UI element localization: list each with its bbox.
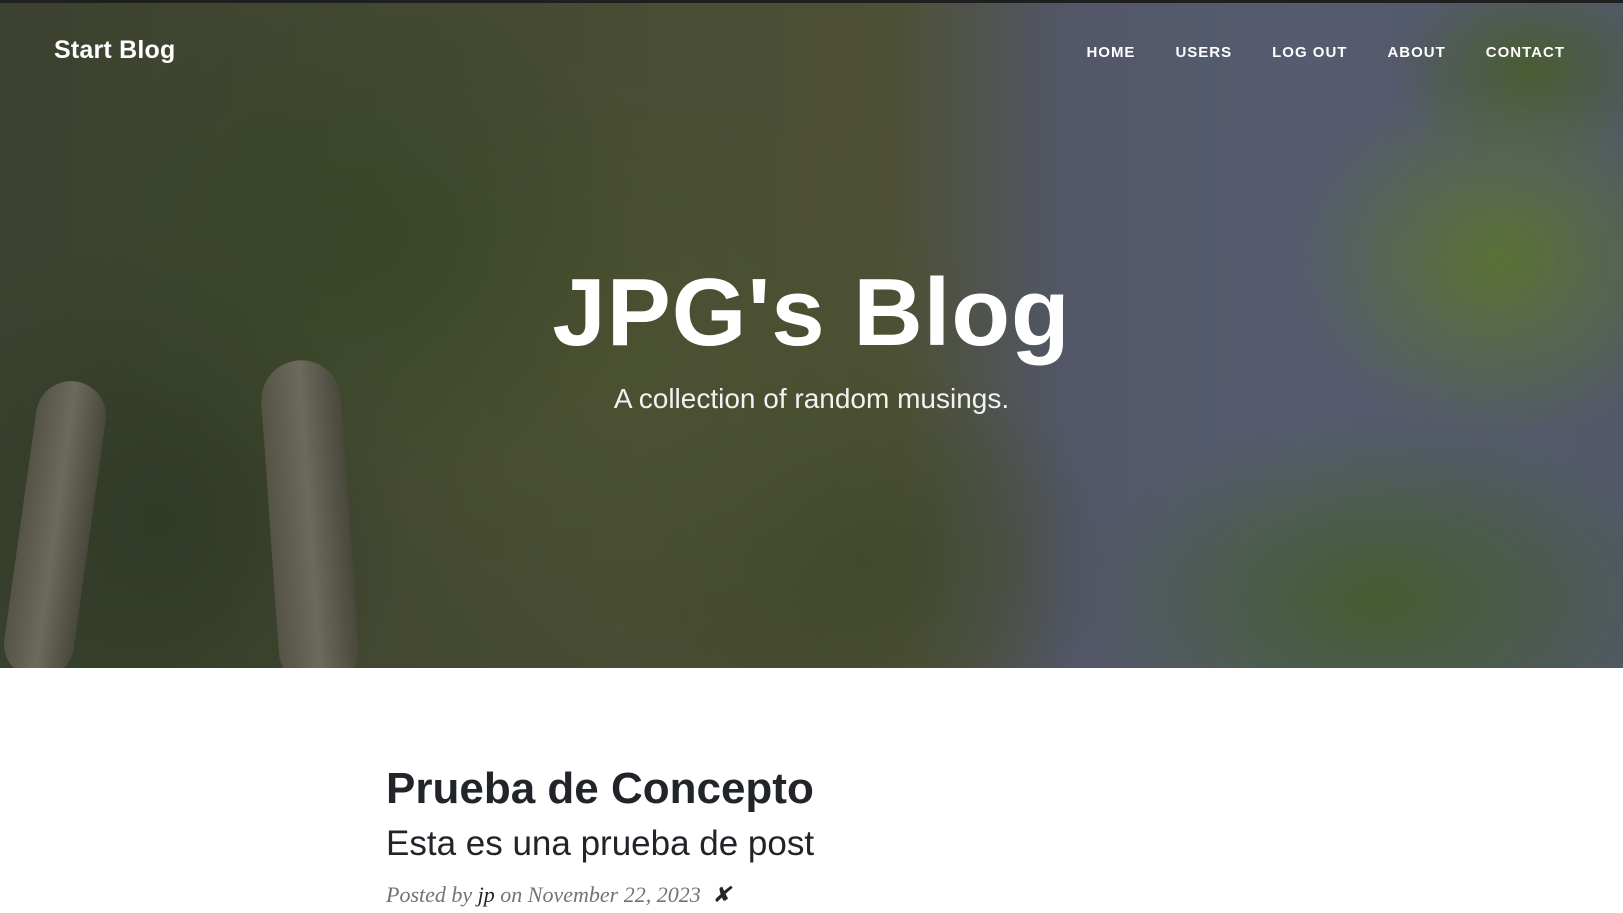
- nav-item-logout: LOG OUT: [1272, 44, 1347, 62]
- delete-post-icon[interactable]: ✘: [712, 882, 730, 907]
- post-preview: Prueba de Concepto Esta es una prueba de…: [386, 764, 1246, 908]
- post-author-link[interactable]: jp: [478, 882, 495, 907]
- post-link[interactable]: Prueba de Concepto Esta es una prueba de…: [386, 764, 1246, 864]
- post-subtitle: Esta es una prueba de post: [386, 824, 815, 863]
- post-meta-on: on: [500, 882, 523, 907]
- post-date: November 22, 2023: [527, 882, 701, 907]
- page-title: JPG's Blog: [552, 259, 1071, 366]
- post-title: Prueba de Concepto: [386, 764, 814, 813]
- nav-item-about: ABOUT: [1387, 44, 1445, 62]
- post-meta-prefix: Posted by: [386, 882, 473, 907]
- nav-item-users: USERS: [1175, 44, 1232, 62]
- nav-link-home[interactable]: HOME: [1086, 44, 1135, 61]
- nav-link-users[interactable]: USERS: [1175, 44, 1232, 61]
- page-subtitle: A collection of random musings.: [613, 383, 1010, 414]
- nav-link-about[interactable]: ABOUT: [1387, 44, 1445, 61]
- nav-link-logout[interactable]: LOG OUT: [1272, 44, 1347, 61]
- post-meta: Posted by jp on November 22, 2023 ✘: [386, 882, 1246, 908]
- nav-item-contact: CONTACT: [1486, 44, 1565, 62]
- brand-link[interactable]: Start Blog: [54, 36, 175, 65]
- nav-item-home: HOME: [1086, 44, 1135, 62]
- main-nav: HOME USERS LOG OUT ABOUT CONTACT: [1086, 44, 1565, 62]
- top-border: [0, 0, 1623, 3]
- nav-link-contact[interactable]: CONTACT: [1486, 44, 1565, 61]
